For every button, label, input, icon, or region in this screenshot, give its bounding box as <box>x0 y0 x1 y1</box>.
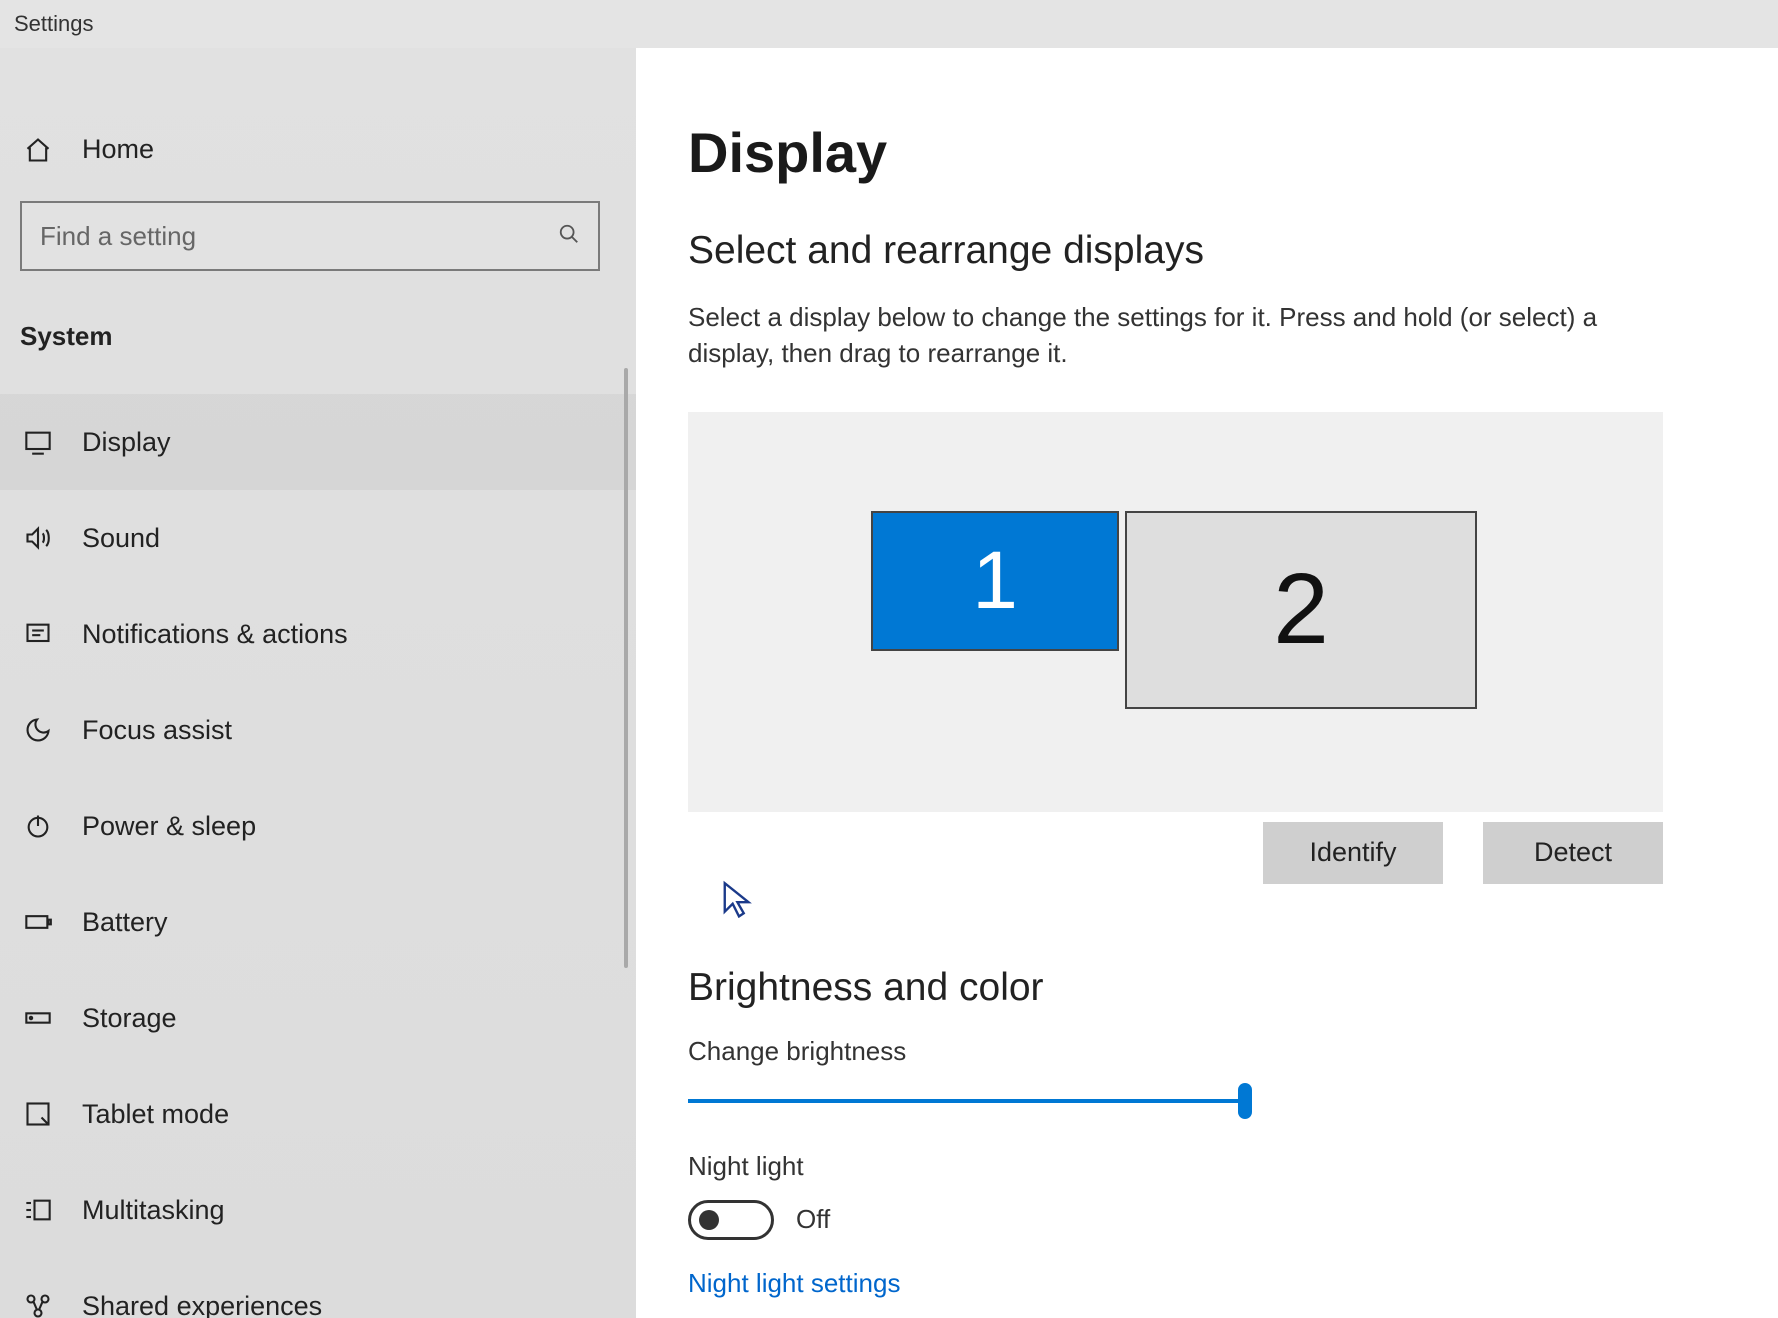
sidebar-item-label: Battery <box>82 907 168 938</box>
home-icon <box>22 136 54 164</box>
sidebar-item-label: Power & sleep <box>82 811 256 842</box>
sidebar-item-label: Display <box>82 427 171 458</box>
sidebar-item-focus-assist[interactable]: Focus assist <box>0 682 636 778</box>
content-pane: Display Select and rearrange displays Se… <box>636 48 1778 1318</box>
sidebar-item-storage[interactable]: Storage <box>0 970 636 1066</box>
sidebar-home[interactable]: Home <box>0 120 636 179</box>
monitor-2[interactable]: 2 <box>1125 511 1477 709</box>
moon-icon <box>22 716 54 744</box>
tablet-icon <box>22 1100 54 1128</box>
sidebar-item-label: Tablet mode <box>82 1099 229 1130</box>
change-brightness-label: Change brightness <box>688 1036 1738 1067</box>
display-arrangement-area[interactable]: 1 2 <box>688 412 1663 812</box>
brightness-slider[interactable] <box>688 1085 1251 1117</box>
power-icon <box>22 812 54 840</box>
cursor-icon <box>720 880 758 918</box>
sidebar-group-label: System <box>0 293 636 394</box>
notifications-icon <box>22 620 54 648</box>
brightness-heading: Brightness and color <box>688 966 1738 1010</box>
slider-track <box>688 1099 1251 1103</box>
night-light-toggle[interactable] <box>688 1200 774 1240</box>
storage-icon <box>22 1004 54 1032</box>
search-icon <box>558 223 580 250</box>
sidebar-item-power-sleep[interactable]: Power & sleep <box>0 778 636 874</box>
sound-icon <box>22 524 54 552</box>
sidebar-item-sound[interactable]: Sound <box>0 490 636 586</box>
detect-button[interactable]: Detect <box>1483 822 1663 884</box>
sidebar-home-label: Home <box>82 134 154 165</box>
toggle-knob <box>699 1210 719 1230</box>
sidebar-item-label: Multitasking <box>82 1195 225 1226</box>
battery-icon <box>22 908 54 936</box>
arrange-heading: Select and rearrange displays <box>688 229 1738 273</box>
sidebar-item-tablet-mode[interactable]: Tablet mode <box>0 1066 636 1162</box>
identify-button[interactable]: Identify <box>1263 822 1443 884</box>
sidebar-item-notifications[interactable]: Notifications & actions <box>0 586 636 682</box>
sidebar-item-battery[interactable]: Battery <box>0 874 636 970</box>
sidebar-item-shared-experiences[interactable]: Shared experiences <box>0 1258 636 1318</box>
arrange-description: Select a display below to change the set… <box>688 299 1688 372</box>
sidebar-item-label: Storage <box>82 1003 177 1034</box>
monitor-1[interactable]: 1 <box>871 511 1119 651</box>
window-title: Settings <box>0 0 1778 48</box>
page-title: Display <box>688 120 1738 185</box>
sidebar: Home System Display <box>0 48 636 1318</box>
slider-thumb[interactable] <box>1238 1083 1252 1119</box>
search-box[interactable] <box>20 201 600 271</box>
sidebar-item-display[interactable]: Display <box>0 394 636 490</box>
sidebar-item-label: Sound <box>82 523 160 554</box>
search-input[interactable] <box>40 221 558 252</box>
multitask-icon <box>22 1196 54 1224</box>
night-light-settings-link[interactable]: Night light settings <box>688 1268 1738 1299</box>
sidebar-item-label: Shared experiences <box>82 1291 322 1318</box>
night-light-state: Off <box>796 1204 830 1235</box>
display-icon <box>22 428 54 456</box>
sidebar-scrollbar[interactable] <box>624 368 628 968</box>
sidebar-item-label: Focus assist <box>82 715 232 746</box>
sidebar-item-label: Notifications & actions <box>82 619 348 650</box>
shared-icon <box>22 1292 54 1318</box>
night-light-label: Night light <box>688 1151 1738 1182</box>
sidebar-item-multitasking[interactable]: Multitasking <box>0 1162 636 1258</box>
